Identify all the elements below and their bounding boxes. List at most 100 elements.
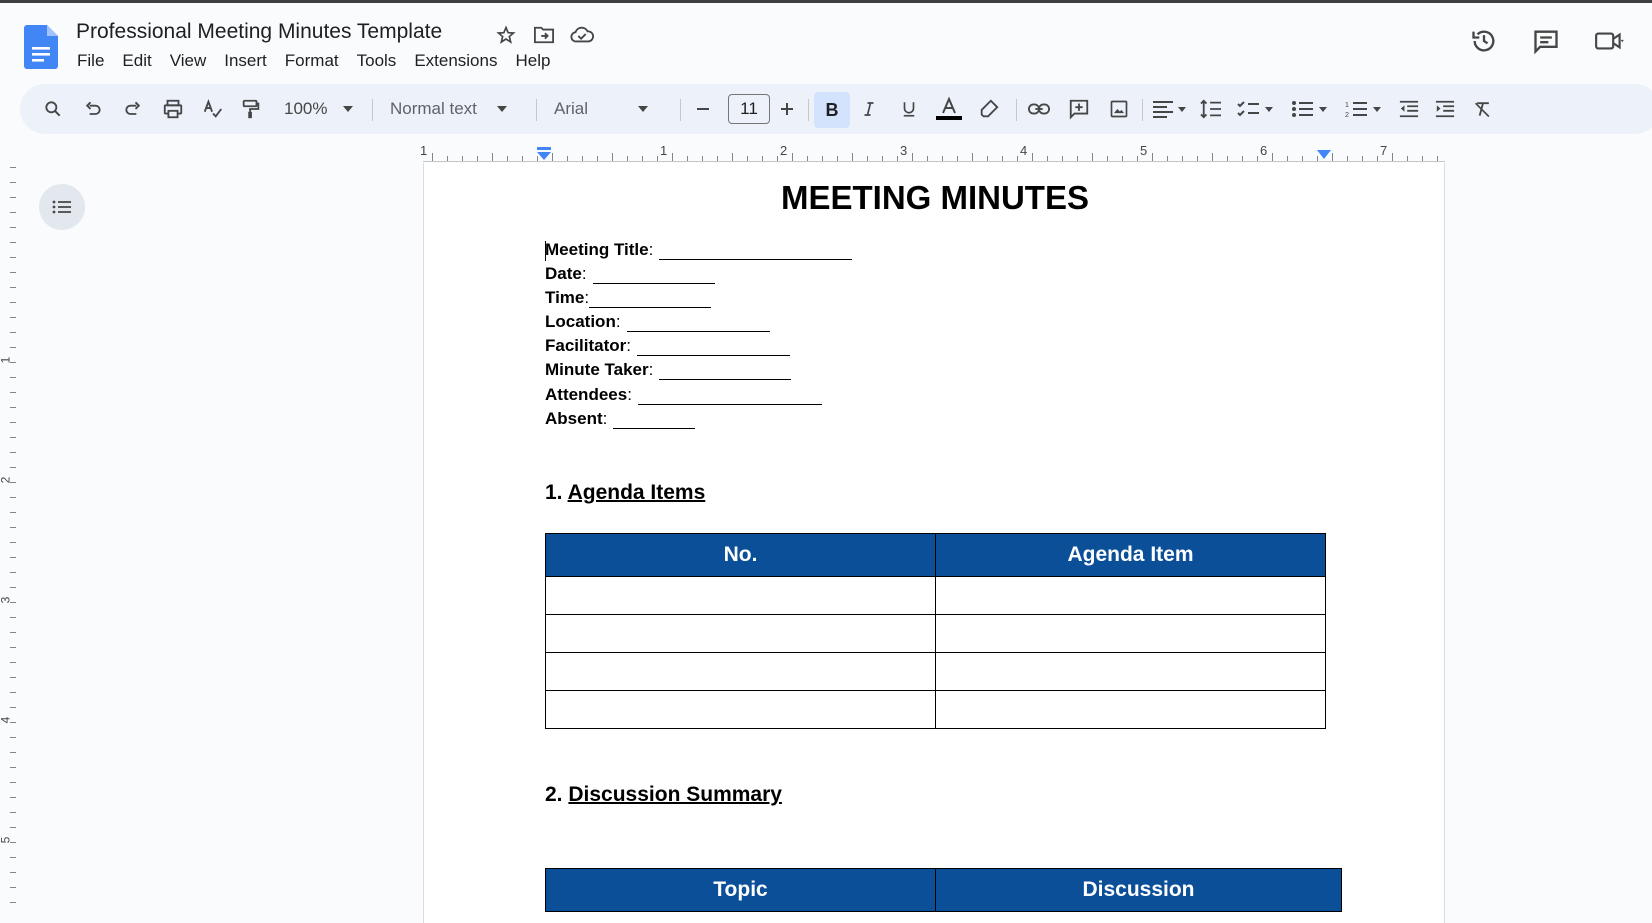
decrease-indent-icon[interactable] bbox=[1394, 93, 1424, 125]
cloud-saved-icon[interactable] bbox=[570, 23, 594, 47]
table-cell[interactable] bbox=[545, 652, 936, 691]
clear-formatting-icon[interactable] bbox=[1468, 93, 1498, 125]
agenda-table[interactable]: No. Agenda Item bbox=[545, 533, 1326, 729]
add-comment-icon[interactable] bbox=[1064, 93, 1094, 125]
spellcheck-icon[interactable] bbox=[198, 93, 228, 125]
comments-icon[interactable] bbox=[1530, 25, 1562, 57]
menu-file[interactable]: File bbox=[68, 49, 113, 73]
ruler-tick bbox=[747, 156, 748, 161]
document-page[interactable]: MEETING MINUTES Meeting Title: Date: Tim… bbox=[423, 163, 1445, 923]
vertical-ruler-tick bbox=[10, 902, 16, 903]
table-cell[interactable] bbox=[935, 652, 1326, 691]
table-header-cell[interactable]: Agenda Item bbox=[935, 533, 1326, 577]
table-header-cell[interactable]: No. bbox=[545, 533, 936, 577]
table-cell[interactable] bbox=[935, 690, 1326, 729]
menu-insert[interactable]: Insert bbox=[215, 49, 276, 73]
section-number: 1. bbox=[545, 481, 563, 504]
field-label: Time bbox=[545, 288, 585, 307]
menu-extensions[interactable]: Extensions bbox=[405, 49, 506, 73]
field-facilitator[interactable]: Facilitator: bbox=[545, 336, 790, 356]
redo-icon[interactable] bbox=[118, 93, 148, 125]
field-location[interactable]: Location: bbox=[545, 312, 770, 332]
table-cell[interactable] bbox=[935, 576, 1326, 615]
field-absent[interactable]: Absent: bbox=[545, 409, 696, 429]
ruler-tick bbox=[912, 153, 913, 161]
checklist-icon[interactable] bbox=[1234, 93, 1278, 125]
menu-tools[interactable]: Tools bbox=[348, 49, 406, 73]
bold-button[interactable]: B bbox=[814, 92, 850, 128]
menu-edit[interactable]: Edit bbox=[113, 49, 160, 73]
paint-format-icon[interactable] bbox=[236, 93, 266, 125]
menu-format[interactable]: Format bbox=[276, 49, 348, 73]
field-time[interactable]: Time: bbox=[545, 288, 712, 308]
field-minute-taker[interactable]: Minute Taker: bbox=[545, 360, 792, 380]
ruler-tick bbox=[1227, 156, 1228, 161]
docs-logo-icon[interactable] bbox=[24, 25, 58, 69]
italic-icon[interactable] bbox=[854, 93, 884, 125]
vertical-ruler-tick bbox=[10, 242, 16, 243]
decrease-font-size-icon[interactable] bbox=[688, 93, 718, 125]
chevron-down-icon bbox=[343, 106, 354, 112]
highlight-color-icon[interactable] bbox=[974, 93, 1004, 125]
vertical-ruler-tick bbox=[10, 602, 16, 603]
print-icon[interactable] bbox=[158, 93, 188, 125]
insert-image-icon[interactable] bbox=[1104, 93, 1134, 125]
left-indent-marker-icon[interactable] bbox=[536, 147, 552, 161]
version-history-icon[interactable] bbox=[1468, 25, 1500, 57]
field-label: Date bbox=[545, 264, 582, 283]
font-size-input[interactable]: 11 bbox=[728, 94, 770, 124]
table-cell[interactable] bbox=[935, 614, 1326, 653]
star-icon[interactable] bbox=[494, 23, 518, 47]
document-title[interactable]: Professional Meeting Minutes Template bbox=[76, 20, 442, 44]
text-color-icon[interactable] bbox=[934, 93, 964, 125]
discussion-table[interactable]: Topic Discussion bbox=[545, 868, 1342, 912]
ruler-tick bbox=[792, 153, 793, 161]
insert-link-icon[interactable] bbox=[1024, 93, 1054, 125]
vertical-ruler-tick bbox=[10, 317, 16, 318]
ruler-tick bbox=[1047, 156, 1048, 161]
ruler-tick bbox=[972, 153, 973, 161]
blank-line bbox=[613, 412, 696, 429]
ruler-tick bbox=[447, 156, 448, 161]
ruler-label: 3 bbox=[900, 143, 908, 158]
ruler-tick bbox=[1197, 156, 1198, 161]
vertical-ruler-tick bbox=[10, 842, 16, 843]
line-spacing-icon[interactable] bbox=[1196, 93, 1226, 125]
right-indent-marker-icon[interactable] bbox=[1316, 149, 1332, 161]
bulleted-list-icon[interactable] bbox=[1288, 93, 1332, 125]
undo-icon[interactable] bbox=[78, 93, 108, 125]
menu-help[interactable]: Help bbox=[506, 49, 559, 73]
table-header-cell[interactable]: Topic bbox=[545, 868, 936, 912]
ruler-tick bbox=[1002, 156, 1003, 161]
underline-icon[interactable] bbox=[894, 93, 924, 125]
ruler-tick bbox=[822, 156, 823, 161]
field-date[interactable]: Date: bbox=[545, 264, 715, 284]
increase-indent-icon[interactable] bbox=[1430, 93, 1460, 125]
formatting-toolbar: 100% Normal text Arial 11 B 1 2 bbox=[20, 84, 1652, 134]
align-icon[interactable] bbox=[1148, 93, 1190, 125]
numbered-list-icon[interactable]: 12 bbox=[1342, 93, 1386, 125]
ruler-tick bbox=[672, 153, 673, 161]
zoom-select[interactable]: 100% bbox=[284, 93, 364, 125]
ruler-tick bbox=[1257, 156, 1258, 161]
meet-camera-icon[interactable] bbox=[1594, 25, 1626, 57]
vertical-ruler-tick bbox=[10, 287, 16, 288]
font-select[interactable]: Arial bbox=[554, 93, 670, 125]
table-cell[interactable] bbox=[545, 690, 936, 729]
increase-font-size-icon[interactable] bbox=[772, 93, 802, 125]
style-select[interactable]: Normal text bbox=[390, 93, 526, 125]
table-cell[interactable] bbox=[545, 614, 936, 653]
search-menus-icon[interactable] bbox=[38, 93, 68, 125]
table-cell[interactable] bbox=[545, 576, 936, 615]
field-colon: : bbox=[648, 240, 654, 259]
menu-view[interactable]: View bbox=[161, 49, 216, 73]
field-attendees[interactable]: Attendees: bbox=[545, 385, 822, 405]
field-meeting-title[interactable]: Meeting Title: bbox=[545, 240, 853, 260]
section-title: Discussion Summary bbox=[568, 783, 782, 806]
field-label: Absent bbox=[545, 409, 603, 428]
vertical-ruler-tick bbox=[10, 572, 16, 573]
move-folder-icon[interactable] bbox=[532, 23, 556, 47]
document-outline-button[interactable] bbox=[39, 184, 85, 230]
table-header-cell[interactable]: Discussion bbox=[935, 868, 1342, 912]
horizontal-ruler[interactable]: 1 1 2 3 4 5 6 7 bbox=[0, 143, 1652, 163]
